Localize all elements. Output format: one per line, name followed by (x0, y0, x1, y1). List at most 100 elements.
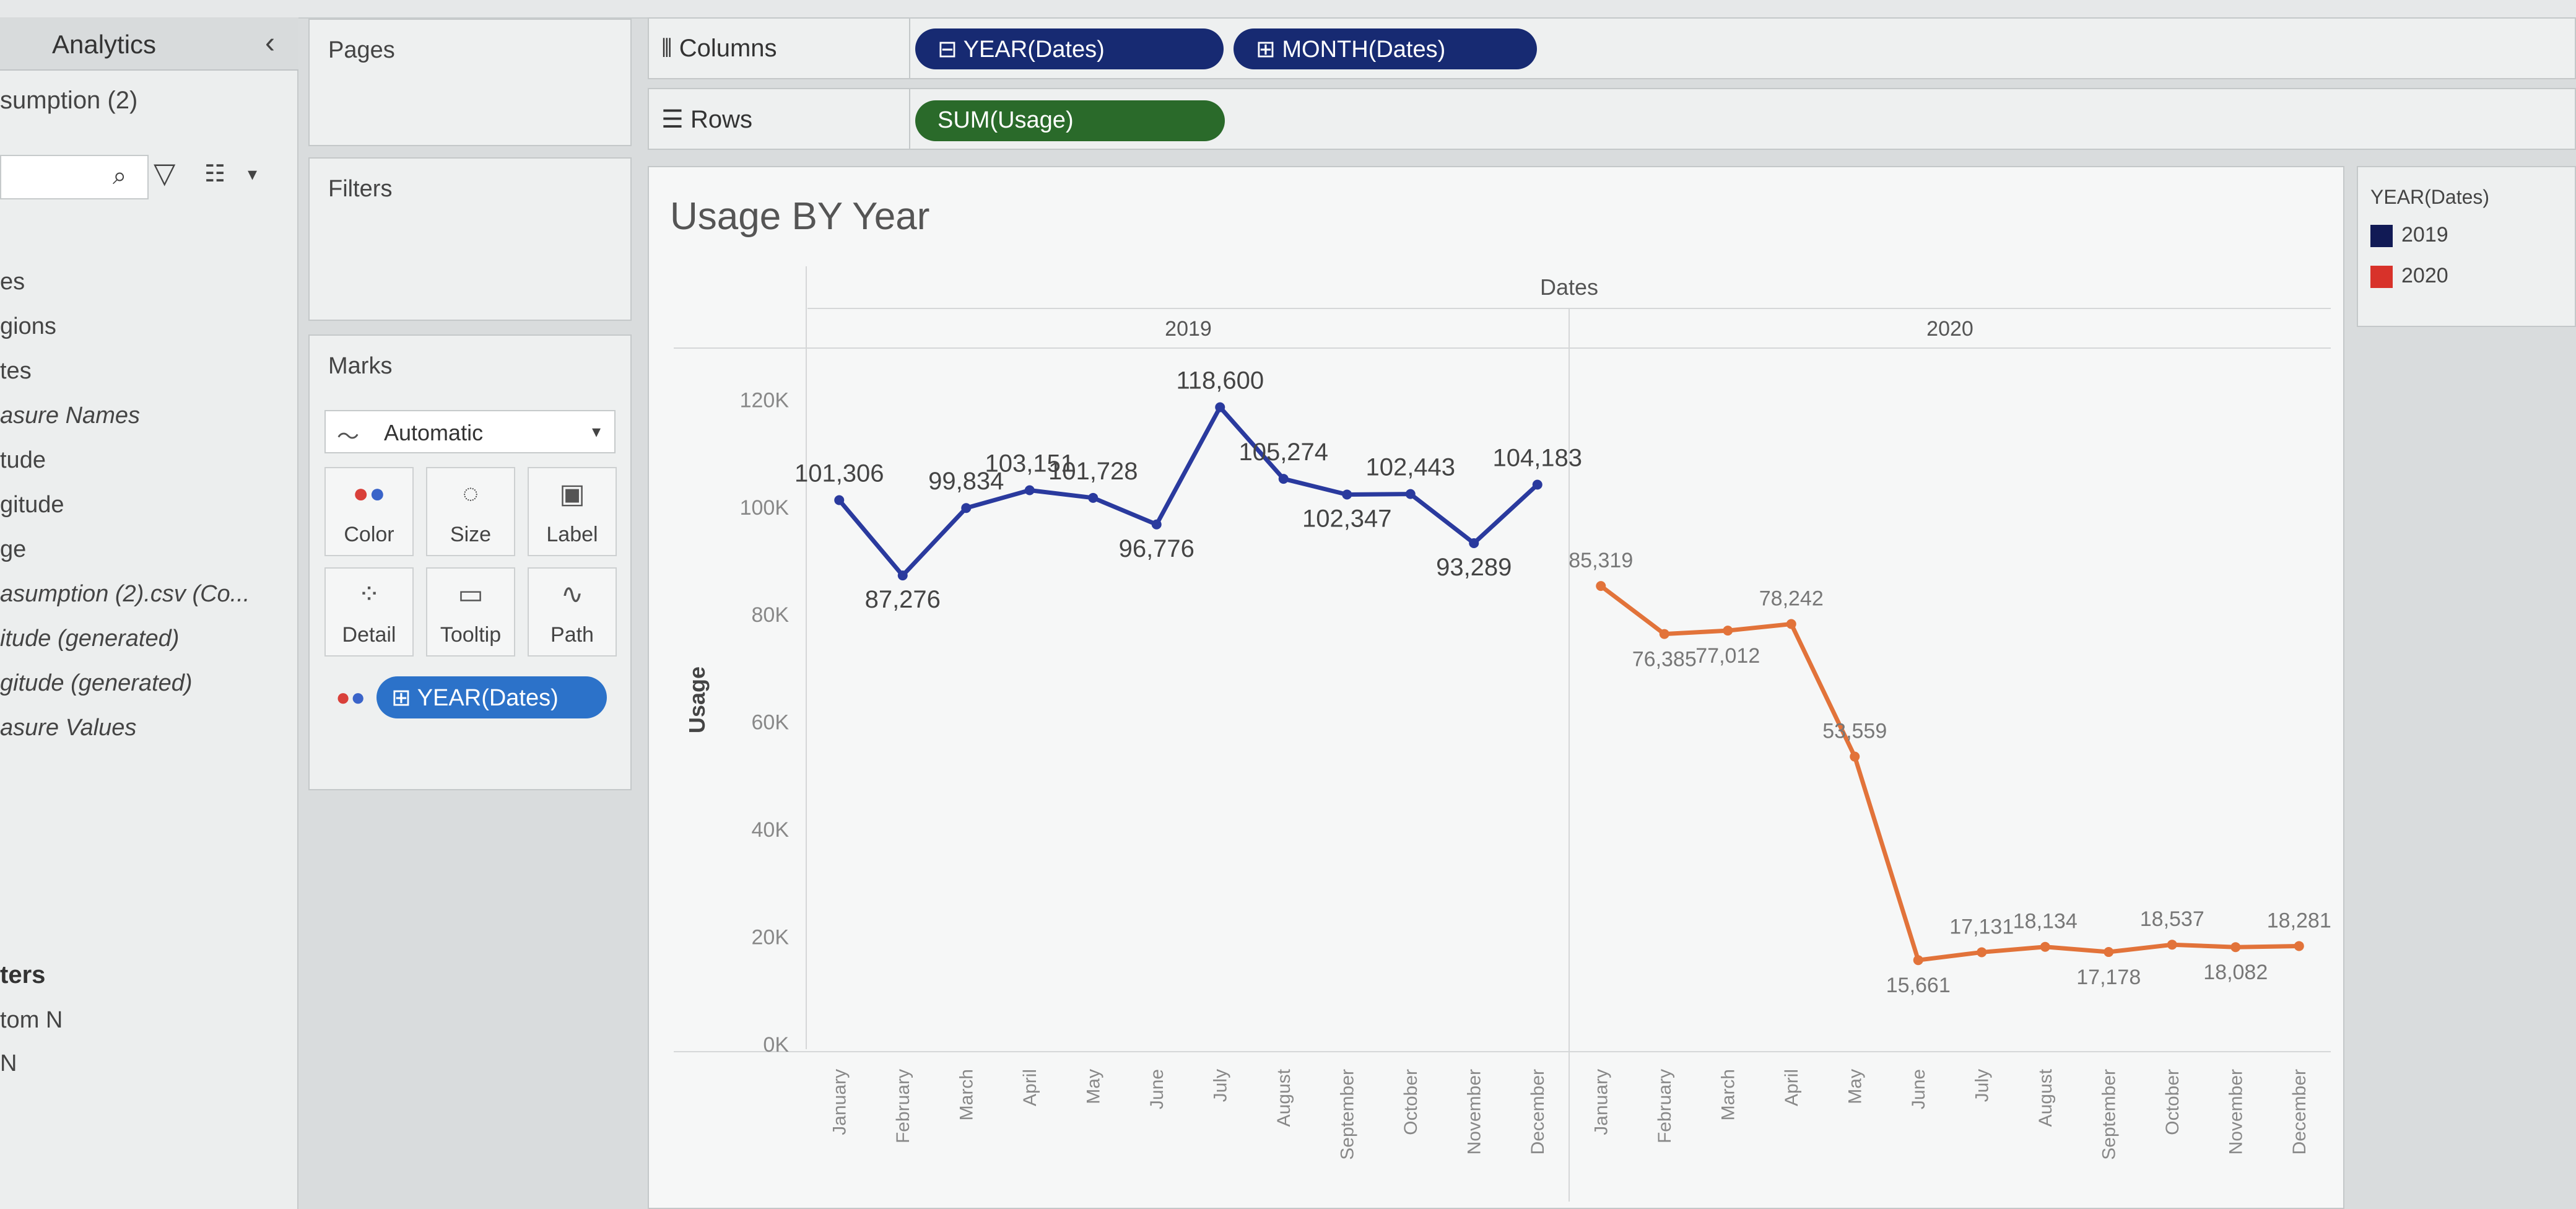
column-pill-year[interactable]: ⊟ YEAR(Dates) (915, 28, 1224, 69)
field-item[interactable]: asure Names (0, 403, 140, 429)
data-pane: Analytics ‹ sumption (2) ⌕ ▽ ☷ ▾ es gion… (0, 17, 298, 1209)
tooltip-button-label: Tooltip (440, 623, 502, 647)
data-point (1405, 489, 1416, 499)
path-button[interactable]: ∿ Path (528, 567, 617, 657)
filters-card[interactable]: Filters (308, 157, 632, 321)
analytics-tab-label: Analytics (52, 30, 157, 59)
data-point (1977, 947, 1987, 958)
rows-shelf[interactable]: ☰ Rows SUM(Usage) (648, 88, 2576, 150)
color-legend: YEAR(Dates) 2019 2020 (2357, 166, 2576, 327)
x-tick-label: May (1845, 1069, 1865, 1104)
data-point (897, 570, 908, 581)
field-item[interactable]: tes (0, 358, 32, 385)
x-tick-label: December (2289, 1069, 2310, 1154)
field-item[interactable]: asumption (2).csv (Co... (0, 581, 250, 608)
series-line-2020 (1599, 584, 2299, 962)
parameter-item[interactable]: N (0, 1050, 17, 1077)
x-tick-label: March (1718, 1069, 1738, 1120)
mark-type-dropdown[interactable]: 〜 Automatic ▾ (324, 410, 616, 453)
data-label: 87,276 (865, 586, 941, 613)
data-point (961, 503, 972, 513)
data-point (2230, 942, 2241, 953)
data-label: 104,183 (1492, 445, 1582, 472)
line-chart[interactable]: Dates2019 20200K20K40K60K80K100K120KUsage… (649, 167, 2343, 1208)
x-tick-label: January (1591, 1069, 1611, 1135)
marks-card-title: Marks (328, 353, 393, 379)
column-pill-month[interactable]: ⊞ MONTH(Dates) (1234, 28, 1537, 69)
legend-item-2019[interactable]: 2019 (2370, 223, 2448, 248)
row-pill-usage[interactable]: SUM(Usage) (915, 100, 1225, 141)
field-item[interactable]: gitude (0, 492, 64, 518)
analytics-tab[interactable]: Analytics ‹ (0, 17, 298, 71)
y-tick-label: 120K (740, 388, 790, 412)
data-label: 17,178 (2076, 966, 2141, 989)
top-toolbar-strip (0, 0, 2576, 19)
data-point (1659, 629, 1669, 639)
row-pill-usage-label: SUM(Usage) (938, 107, 1074, 133)
marks-year-pill[interactable]: ⊞ YEAR(Dates) (376, 676, 607, 718)
field-item[interactable]: itude (generated) (0, 626, 179, 652)
filters-card-title: Filters (328, 176, 393, 202)
x-tick-label: June (1908, 1069, 1929, 1109)
y-tick-label: 100K (740, 496, 790, 520)
chevron-down-icon[interactable]: ▾ (248, 164, 257, 185)
data-point (1088, 492, 1099, 503)
y-axis-title: Usage (684, 666, 710, 733)
detail-button[interactable]: ⁘ Detail (324, 567, 414, 657)
legend-swatch-2020 (2370, 266, 2393, 289)
field-search-input[interactable]: ⌕ (0, 155, 149, 199)
column-pill-year-label: ⊟ YEAR(Dates) (938, 37, 1105, 63)
y-tick-label: 60K (752, 711, 790, 735)
filter-icon[interactable]: ▽ (154, 156, 175, 190)
detail-icon: ⁘ (357, 579, 381, 609)
data-label: 102,443 (1365, 454, 1455, 481)
tooltip-button[interactable]: ▭ Tooltip (426, 567, 515, 657)
columns-shelf-label: ⦀ Columns (661, 35, 777, 62)
x-tick-label: June (1147, 1069, 1167, 1109)
color-dots-icon: ●● (352, 478, 386, 508)
data-label: 85,319 (1569, 549, 1633, 572)
field-item[interactable]: asure Values (0, 715, 136, 741)
data-label: 118,600 (1176, 367, 1264, 395)
label-button[interactable]: ▣ Label (528, 467, 617, 556)
rows-shelf-label: ☰ Rows (661, 106, 753, 133)
field-item[interactable]: gions (0, 313, 56, 340)
legend-title: YEAR(Dates) (2370, 186, 2490, 208)
line-mark-icon: 〜 (337, 424, 360, 449)
legend-item-2020[interactable]: 2020 (2370, 264, 2448, 289)
year-header-2020: 2020 (1926, 317, 1973, 341)
data-point (2167, 940, 2177, 950)
columns-shelf[interactable]: ⦀ Columns ⊟ YEAR(Dates) ⊞ MONTH(Dates) (648, 17, 2576, 79)
data-label: 15,661 (1886, 974, 1951, 997)
path-button-label: Path (550, 623, 594, 647)
data-point (1723, 626, 1733, 636)
data-label: 77,012 (1695, 644, 1760, 668)
search-icon[interactable]: ⌕ (113, 162, 126, 190)
list-view-icon[interactable]: ☷ (204, 160, 225, 188)
data-point (834, 495, 845, 505)
field-item[interactable]: ge (0, 536, 26, 563)
size-button[interactable]: ◌ Size (426, 467, 515, 556)
field-item[interactable]: tude (0, 447, 46, 474)
data-point (2040, 941, 2050, 952)
data-point (1024, 485, 1035, 495)
parameter-item[interactable]: tom N (0, 1007, 63, 1034)
data-label: 105,274 (1238, 439, 1328, 466)
chevron-down-icon: ▾ (592, 422, 601, 441)
x-tick-label: September (2099, 1069, 2119, 1160)
data-point (1532, 479, 1543, 490)
pages-card[interactable]: Pages (308, 19, 632, 146)
y-tick-label: 80K (752, 603, 790, 627)
color-button[interactable]: ●● Color (324, 467, 414, 556)
field-item[interactable]: es (0, 269, 25, 295)
shelf-divider (909, 19, 910, 78)
data-point (1278, 474, 1289, 484)
x-tick-label: September (1337, 1069, 1357, 1160)
size-icon: ◌ (462, 478, 479, 508)
datasource-name[interactable]: sumption (2) (0, 87, 137, 115)
field-item[interactable]: gitude (generated) (0, 670, 193, 697)
chevron-left-icon[interactable]: ‹ (265, 26, 275, 60)
x-tick-label: March (956, 1069, 977, 1120)
data-point (1215, 402, 1225, 412)
detail-button-label: Detail (342, 623, 396, 647)
